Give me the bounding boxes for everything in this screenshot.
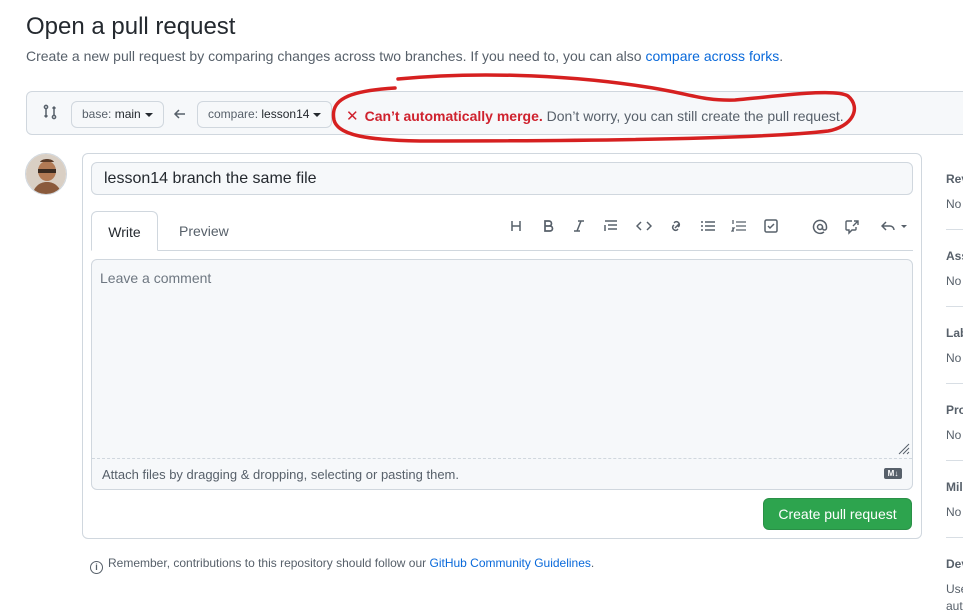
- quote-icon[interactable]: [600, 216, 622, 238]
- compare-prefix: compare:: [208, 107, 259, 121]
- attach-files-label[interactable]: Attach files by dragging & dropping, sel…: [102, 467, 459, 482]
- sidebar-divider: [946, 229, 963, 230]
- italic-icon[interactable]: [568, 216, 590, 238]
- community-guidelines-link[interactable]: GitHub Community Guidelines: [430, 556, 591, 570]
- pr-title-input[interactable]: [91, 162, 913, 195]
- unordered-list-icon[interactable]: [697, 216, 719, 238]
- page-title: Open a pull request: [26, 13, 236, 40]
- sidebar-labels-value: No: [946, 351, 962, 365]
- base-branch-name: main: [114, 107, 141, 121]
- merge-status-message: Don’t worry, you can still create the pu…: [546, 108, 844, 124]
- cross-reference-icon[interactable]: [841, 216, 863, 238]
- bold-icon[interactable]: [537, 216, 559, 238]
- avatar[interactable]: [25, 153, 67, 195]
- sidebar-reviewers-value: No: [946, 197, 962, 211]
- base-prefix: base:: [82, 107, 112, 121]
- subtitle-text: Create a new pull request by comparing c…: [26, 48, 642, 64]
- task-list-icon[interactable]: [760, 216, 782, 238]
- markdown-icon[interactable]: M↓: [884, 468, 902, 479]
- ordered-list-icon[interactable]: [728, 216, 750, 238]
- sidebar-divider: [946, 460, 963, 461]
- merge-status: ✕ Can’t automatically merge. Don’t worry,…: [346, 107, 844, 125]
- comment-textarea[interactable]: [92, 260, 912, 458]
- code-icon[interactable]: [633, 216, 655, 238]
- sidebar-divider: [946, 306, 963, 307]
- sidebar-development-heading[interactable]: Dev: [946, 557, 963, 571]
- sidebar-development-value: Use: [946, 582, 963, 596]
- sidebar-assignees-value: No: [946, 274, 962, 288]
- link-icon[interactable]: [665, 216, 687, 238]
- subtitle-end: .: [779, 48, 784, 64]
- sidebar-assignees-heading[interactable]: Ass: [946, 249, 963, 263]
- sidebar-projects-heading[interactable]: Pro: [946, 403, 963, 417]
- sidebar-reviewers-heading[interactable]: Rev: [946, 172, 963, 186]
- compare-across-forks-link[interactable]: compare across forks: [645, 48, 779, 64]
- chevron-down-icon: [313, 112, 322, 117]
- heading-icon[interactable]: [505, 216, 527, 238]
- remember-end: .: [590, 556, 595, 570]
- sidebar-milestone-heading[interactable]: Mil: [946, 480, 963, 494]
- attach-divider: [92, 458, 912, 459]
- sidebar-milestone-value: No: [946, 505, 962, 519]
- saved-replies-icon[interactable]: [879, 216, 911, 238]
- info-icon: i: [90, 561, 103, 574]
- compare-branches-icon: [42, 104, 58, 125]
- sidebar-divider: [946, 383, 963, 384]
- remember-text: Remember, contributions to this reposito…: [108, 556, 427, 570]
- create-pull-request-button[interactable]: Create pull request: [763, 498, 912, 530]
- chevron-down-icon: [144, 112, 153, 117]
- base-branch-select[interactable]: base: main: [71, 101, 164, 128]
- mention-icon[interactable]: [809, 216, 831, 238]
- compare-branch-name: lesson14: [261, 107, 310, 121]
- contribution-notice: i Remember, contributions to this reposit…: [90, 556, 594, 574]
- sidebar-labels-heading[interactable]: Lab: [946, 326, 963, 340]
- merge-error-text: Can’t automatically merge.: [364, 108, 543, 124]
- sidebar-projects-value: No: [946, 428, 962, 442]
- sidebar-divider: [946, 537, 963, 538]
- arrow-left-icon: [173, 107, 187, 126]
- compare-branch-select[interactable]: compare: lesson14: [197, 101, 333, 128]
- page-subtitle: Create a new pull request by comparing c…: [26, 48, 783, 64]
- x-icon: ✕: [346, 108, 359, 125]
- tab-preview[interactable]: Preview: [179, 211, 229, 251]
- tab-write[interactable]: Write: [91, 211, 158, 251]
